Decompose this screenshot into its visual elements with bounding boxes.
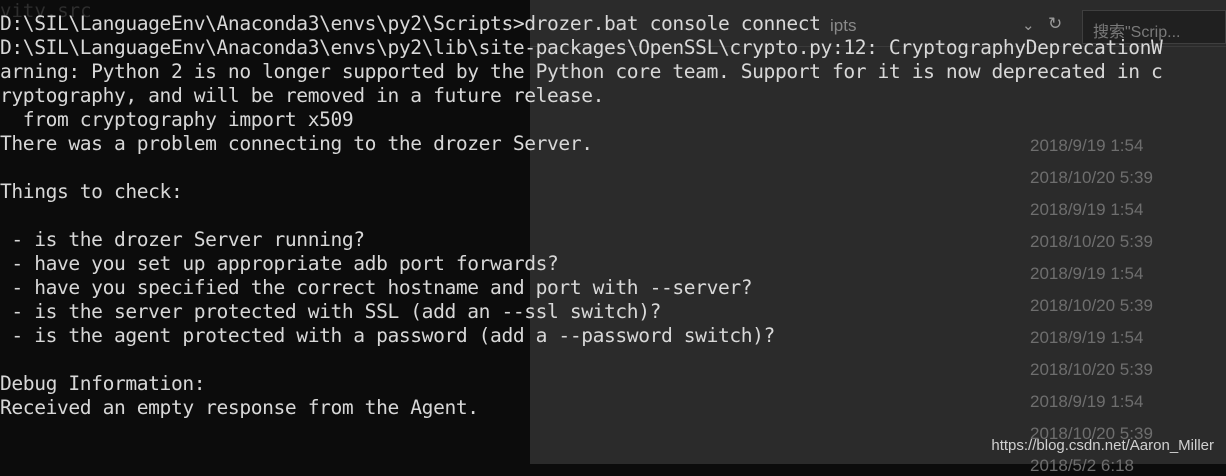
console-line: - is the agent protected with a password… xyxy=(0,324,775,347)
console-line: arning: Python 2 is no longer supported … xyxy=(0,60,1163,83)
console-line: Received an empty response from the Agen… xyxy=(0,396,479,419)
console-line: Debug Information: xyxy=(0,372,206,395)
file-date: 2018/5/2 6:18 xyxy=(1030,456,1134,475)
console-line: D:\SIL\LanguageEnv\Anaconda3\envs\py2\li… xyxy=(0,36,1163,59)
console-line: ryptography, and will be removed in a fu… xyxy=(0,84,605,107)
console-line: - have you specified the correct hostnam… xyxy=(0,276,753,299)
console-line: - have you set up appropriate adb port f… xyxy=(0,252,559,275)
console-line: There was a problem connecting to the dr… xyxy=(0,132,593,155)
console-line: from cryptography import x509 xyxy=(0,108,354,131)
console-line: D:\SIL\LanguageEnv\Anaconda3\envs\py2\Sc… xyxy=(0,12,821,35)
console-line: Things to check: xyxy=(0,180,183,203)
watermark-url: https://blog.csdn.net/Aaron_Miller xyxy=(991,437,1214,454)
console-line: - is the server protected with SSL (add … xyxy=(0,300,661,323)
console-line: - is the drozer Server running? xyxy=(0,228,365,251)
console-output[interactable]: D:\SIL\LanguageEnv\Anaconda3\envs\py2\Sc… xyxy=(0,12,1163,420)
